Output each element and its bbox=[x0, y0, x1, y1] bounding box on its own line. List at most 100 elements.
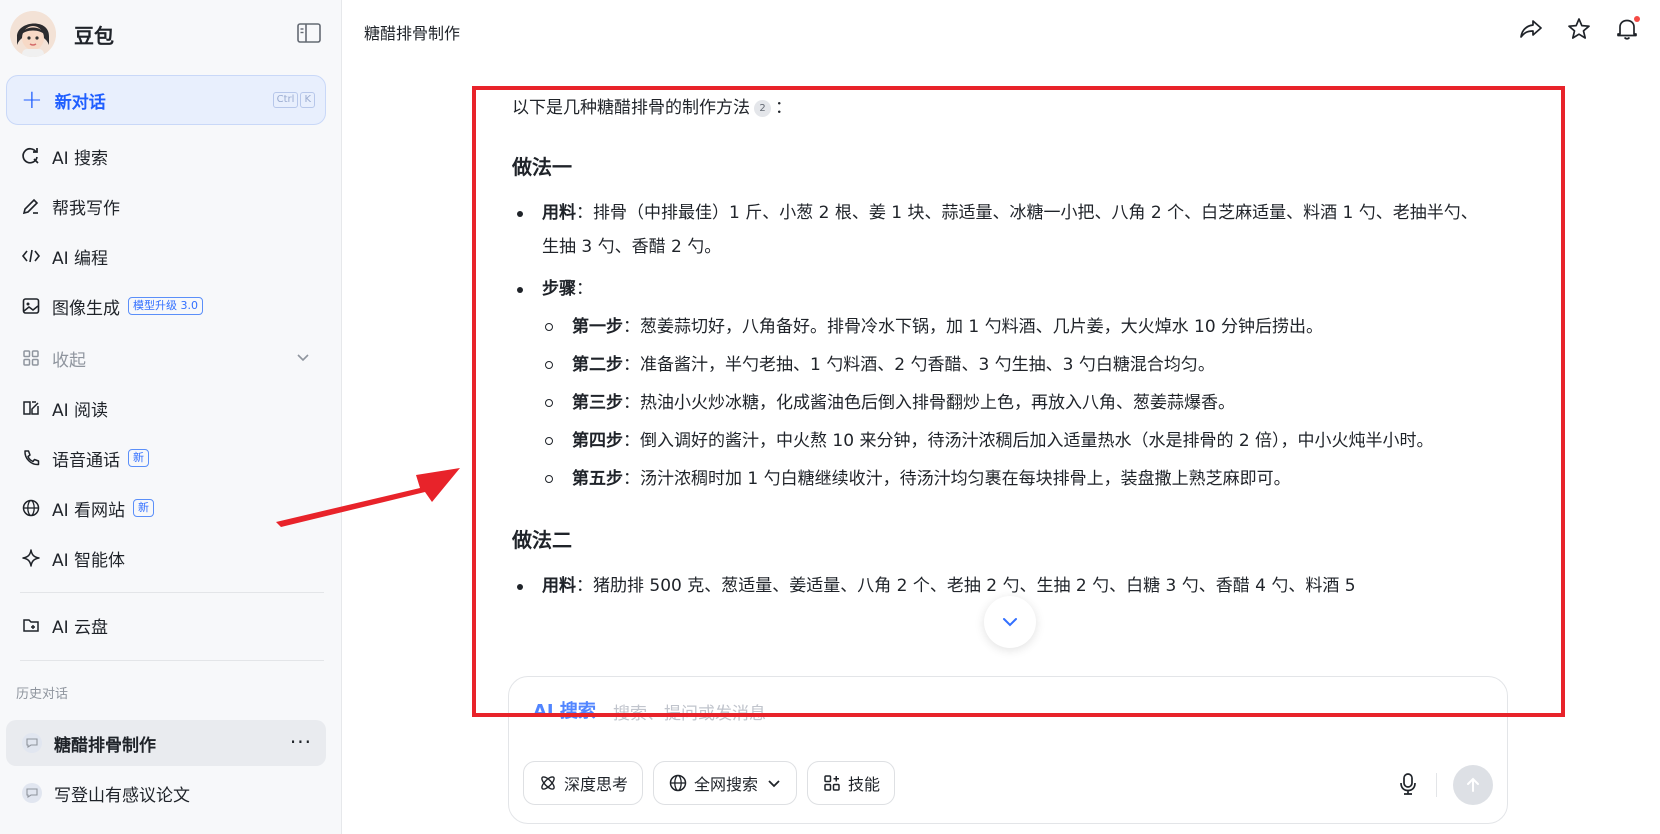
ingredients-text: ：猪肋排 500 克、葱适量、姜适量、八角 2 个、老抽 2 勺、生抽 2 勺、… bbox=[576, 576, 1356, 596]
ingredients-key: 用料 bbox=[542, 203, 576, 223]
chevron-down-icon bbox=[768, 780, 780, 788]
steps-colon: ： bbox=[576, 279, 593, 299]
sidebar-item-reading[interactable]: AI 阅读 bbox=[6, 386, 326, 430]
sidebar-item-coding[interactable]: AI 编程 bbox=[6, 234, 326, 278]
divider bbox=[20, 660, 324, 661]
sidebar-item-label: 帮我写作 bbox=[52, 198, 120, 219]
divider bbox=[1436, 773, 1437, 797]
share-icon[interactable] bbox=[1518, 16, 1544, 42]
history-item-label: 写登山有感议论文 bbox=[54, 785, 190, 806]
new-badge: 新 bbox=[133, 499, 155, 517]
step-text: ：倒入调好的酱汁，中火熬 10 来分钟，待汤汁浓稠后加入适量热水（水是排骨的 2… bbox=[623, 431, 1434, 451]
history-item[interactable]: 糖醋排骨制作 ··· bbox=[6, 720, 326, 766]
citation-badge[interactable]: 2 bbox=[754, 100, 771, 117]
more-options-icon[interactable]: ··· bbox=[290, 730, 312, 754]
method2-title: 做法二 bbox=[512, 528, 572, 552]
deep-think-button[interactable]: 深度思考 bbox=[523, 761, 644, 805]
send-button[interactable] bbox=[1453, 765, 1493, 805]
phone-icon bbox=[20, 447, 42, 469]
chevron-down-icon bbox=[294, 348, 312, 370]
shortcut-key: K bbox=[300, 92, 315, 108]
step-key: 第一步 bbox=[572, 317, 623, 337]
globe-icon bbox=[20, 497, 42, 519]
method1-list: 用料：排骨（中排最佳）1 斤、小葱 2 根、姜 1 块、蒜适量、冰糖一小把、八角… bbox=[512, 196, 1492, 496]
shortcut-hint: Ctrl K bbox=[272, 92, 315, 108]
step-key: 第四步 bbox=[572, 431, 623, 451]
composer-input[interactable]: 搜索、提问或发消息 bbox=[613, 699, 766, 724]
microphone-icon[interactable] bbox=[1397, 771, 1419, 801]
sidebar: 豆包 + 新对话 Ctrl K AI 搜索 帮我写作 AI 编程 图像生成 模型… bbox=[0, 0, 342, 834]
search-refresh-icon bbox=[20, 145, 42, 167]
tool-label: 技能 bbox=[848, 775, 881, 794]
sparkle-icon bbox=[20, 547, 42, 569]
sidebar-item-writing[interactable]: 帮我写作 bbox=[6, 184, 326, 228]
brand[interactable]: 豆包 bbox=[10, 10, 114, 58]
sidebar-item-label: AI 阅读 bbox=[52, 400, 109, 421]
skills-button[interactable]: 技能 bbox=[807, 761, 896, 805]
step-item: 第四步：倒入调好的酱汁，中火熬 10 来分钟，待汤汁浓稠后加入适量热水（水是排骨… bbox=[542, 424, 1492, 458]
sidebar-item-voice-call[interactable]: 语音通话 新 bbox=[6, 436, 326, 480]
web-search-button[interactable]: 全网搜索 bbox=[653, 761, 798, 805]
plus-icon: + bbox=[21, 85, 43, 115]
step-text: ：准备酱汁，半勺老抽、1 勺料酒、2 勺香醋、3 勺生抽、3 勺白糖混合均匀。 bbox=[623, 355, 1215, 375]
image-icon bbox=[20, 295, 42, 317]
step-item: 第五步：汤汁浓稠时加 1 勺白糖继续收汁，待汤汁均匀裹在每块排骨上，装盘撒上熟芝… bbox=[542, 462, 1492, 496]
steps-item: 步骤： 第一步：葱姜蒜切好，八角备好。排骨冷水下锅，加 1 勺料酒、几片姜，大火… bbox=[512, 272, 1492, 496]
step-item: 第二步：准备酱汁，半勺老抽、1 勺料酒、2 勺香醋、3 勺生抽、3 勺白糖混合均… bbox=[542, 348, 1492, 382]
sidebar-item-label: 收起 bbox=[52, 350, 86, 371]
answer-intro-text: 以下是几种糖醋排骨的制作方法 bbox=[512, 98, 750, 118]
sidebar-item-ai-search[interactable]: AI 搜索 bbox=[6, 134, 326, 178]
answer-intro-tail: ： bbox=[775, 98, 792, 118]
sidebar-toggle-icon[interactable] bbox=[296, 22, 322, 44]
bell-icon[interactable] bbox=[1614, 16, 1640, 42]
sidebar-item-cloud-drive[interactable]: AI 云盘 bbox=[6, 603, 326, 647]
sidebar-item-image-gen[interactable]: 图像生成 模型升级 3.0 bbox=[6, 284, 326, 328]
history-item[interactable]: 写登山有感议论文 bbox=[6, 770, 326, 816]
globe-icon bbox=[669, 774, 687, 792]
step-item: 第三步：热油小火炒冰糖，化成酱油色后倒入排骨翻炒上色，再放入八角、葱姜蒜爆香。 bbox=[542, 386, 1492, 420]
top-actions bbox=[1518, 16, 1640, 42]
step-text: ：热油小火炒冰糖，化成酱油色后倒入排骨翻炒上色，再放入八角、葱姜蒜爆香。 bbox=[623, 393, 1235, 413]
code-icon bbox=[20, 245, 42, 267]
step-text: ：汤汁浓稠时加 1 勺白糖继续收汁，待汤汁均匀裹在每块排骨上，装盘撒上熟芝麻即可… bbox=[623, 469, 1291, 489]
tool-label: 全网搜索 bbox=[694, 775, 759, 794]
ingredients-item: 用料：排骨（中排最佳）1 斤、小葱 2 根、姜 1 块、蒜适量、冰糖一小把、八角… bbox=[512, 196, 1492, 264]
app-window: 豆包 + 新对话 Ctrl K AI 搜索 帮我写作 AI 编程 图像生成 模型… bbox=[0, 0, 1660, 834]
steps-key: 步骤 bbox=[542, 279, 576, 299]
new-chat-button[interactable]: + 新对话 Ctrl K bbox=[6, 75, 326, 125]
step-key: 第五步 bbox=[572, 469, 623, 489]
arrow-up-icon bbox=[1467, 777, 1479, 792]
grid-plus-icon bbox=[824, 775, 840, 791]
star-icon[interactable] bbox=[1566, 16, 1592, 42]
sidebar-item-web-reading[interactable]: AI 看网站 新 bbox=[6, 486, 326, 530]
atom-icon bbox=[541, 776, 555, 790]
step-key: 第二步 bbox=[572, 355, 623, 375]
notification-dot bbox=[1634, 16, 1640, 22]
sidebar-item-collapse[interactable]: 收起 bbox=[6, 336, 326, 380]
new-badge: 新 bbox=[128, 449, 149, 467]
sidebar-item-agents[interactable]: AI 智能体 bbox=[6, 536, 326, 580]
cloud-drive-icon bbox=[20, 614, 42, 636]
method1-title: 做法一 bbox=[512, 155, 572, 179]
sidebar-item-label: AI 编程 bbox=[52, 248, 109, 269]
step-text: ：葱姜蒜切好，八角备好。排骨冷水下锅，加 1 勺料酒、几片姜，大火焯水 10 分… bbox=[623, 317, 1324, 337]
history-section-title: 历史对话 bbox=[16, 687, 69, 702]
scroll-to-bottom-button[interactable] bbox=[984, 596, 1036, 648]
answer-intro: 以下是几种糖醋排骨的制作方法 2： bbox=[512, 95, 1492, 121]
step-key: 第三步 bbox=[572, 393, 623, 413]
composer-mode-tag[interactable]: AI 搜索 bbox=[533, 697, 596, 723]
sidebar-item-label: 语音通话 bbox=[52, 450, 120, 471]
avatar bbox=[10, 11, 56, 57]
shortcut-key: Ctrl bbox=[272, 92, 299, 108]
sidebar-item-label: AI 搜索 bbox=[52, 148, 109, 169]
divider bbox=[20, 592, 324, 593]
ingredients-text: ：排骨（中排最佳）1 斤、小葱 2 根、姜 1 块、蒜适量、冰糖一小把、八角 2… bbox=[542, 203, 1478, 257]
grid-icon bbox=[20, 347, 42, 369]
tool-label: 深度思考 bbox=[564, 775, 629, 794]
chat-bubble-icon bbox=[22, 783, 42, 803]
step-item: 第一步：葱姜蒜切好，八角备好。排骨冷水下锅，加 1 勺料酒、几片姜，大火焯水 1… bbox=[542, 310, 1492, 344]
model-upgrade-badge: 模型升级 3.0 bbox=[128, 297, 203, 315]
chevron-down-icon bbox=[1003, 618, 1017, 627]
message-composer[interactable]: AI 搜索 搜索、提问或发消息 深度思考 全网搜索 技能 bbox=[508, 676, 1508, 824]
steps-list: 第一步：葱姜蒜切好，八角备好。排骨冷水下锅，加 1 勺料酒、几片姜，大火焯水 1… bbox=[542, 310, 1492, 496]
